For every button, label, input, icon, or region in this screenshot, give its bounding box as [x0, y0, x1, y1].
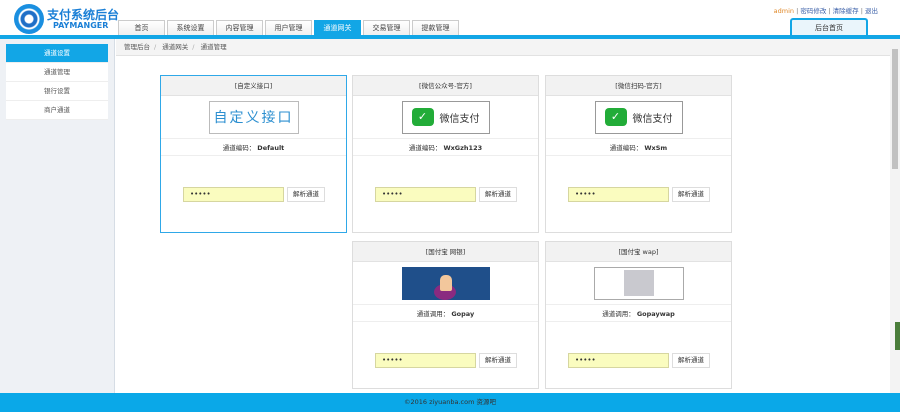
tab-home[interactable]: 首页 — [118, 20, 165, 36]
brand-subtitle: PAYMANGER — [53, 21, 109, 30]
main-tabs: 首页 系统设置 内容管理 用户管理 通道网关 交易管理 提款管理 — [118, 20, 461, 36]
sidebar-item-merchant-channels[interactable]: 商户通道 — [6, 101, 108, 120]
wechat-pay-logo: ✓ 微信支付 — [401, 100, 490, 134]
channel-password-input[interactable]: ••••• — [183, 187, 284, 202]
card-title: [微信公众号-官方] — [353, 76, 538, 96]
card-title: [国付宝 wap] — [546, 242, 731, 262]
channel-card[interactable]: [微信公众号-官方] ✓ 微信支付 通道编码： WxGzh123 ••••• 解析通… — [352, 75, 539, 233]
card-code: 通道编码： WxGzh123 — [353, 138, 538, 156]
channel-password-input[interactable]: ••••• — [568, 187, 669, 202]
parse-channel-button[interactable]: 解析通道 — [479, 187, 517, 202]
card-code: 通道编码： WxSm — [546, 138, 731, 156]
tab-transactions[interactable]: 交易管理 — [363, 20, 410, 36]
logout-link[interactable]: 退出 — [865, 7, 878, 15]
channel-password-input[interactable]: ••••• — [375, 353, 476, 368]
channel-password-input[interactable]: ••••• — [375, 187, 476, 202]
sidebar-item-channel-management[interactable]: 通道管理 — [6, 63, 108, 82]
custom-interface-logo: 自定义接口 — [208, 100, 299, 134]
parse-channel-button[interactable]: 解析通道 — [287, 187, 325, 202]
card-code: 通道调用： Gopaywap — [546, 304, 731, 322]
parse-channel-button[interactable]: 解析通道 — [672, 187, 710, 202]
breadcrumb-item[interactable]: 管理后台 — [124, 43, 150, 51]
breadcrumb-item: 通道管理 — [200, 43, 227, 51]
gopay-banner-image — [401, 266, 490, 300]
card-code: 通道编码： Default — [161, 138, 346, 156]
wechat-icon: ✓ — [411, 108, 434, 126]
card-code: 通道调用： Gopay — [353, 304, 538, 322]
channel-password-input[interactable]: ••••• — [568, 353, 669, 368]
sidebar-item-bank-settings[interactable]: 银行设置 — [6, 82, 108, 101]
parse-channel-button[interactable]: 解析通道 — [479, 353, 517, 368]
tab-system-settings[interactable]: 系统设置 — [167, 20, 214, 36]
breadcrumb: 管理后台 / 通道网关 / 通道管理 — [116, 39, 890, 56]
card-title: [国付宝 网银] — [353, 242, 538, 262]
logo-icon — [14, 4, 44, 34]
channel-card[interactable]: [自定义接口] 自定义接口 通道编码： Default ••••• 解析通道 — [160, 75, 347, 233]
tab-gateway[interactable]: 通道网关 — [314, 20, 361, 36]
side-widget[interactable] — [895, 322, 900, 350]
tab-withdrawals[interactable]: 提款管理 — [412, 20, 459, 36]
username: admin — [773, 7, 795, 15]
channel-card[interactable]: [国付宝 wap] 通道调用： Gopaywap ••••• 解析通道 — [545, 241, 732, 389]
channel-card[interactable]: [微信扫码-官方] ✓ 微信支付 通道编码： WxSm ••••• 解析通道 — [545, 75, 732, 233]
wechat-icon: ✓ — [604, 108, 627, 126]
wechat-pay-logo: ✓ 微信支付 — [594, 100, 683, 134]
change-password-link[interactable]: 密码修改 — [800, 7, 826, 15]
footer: ©2016 ziyuanba.com 资源吧 — [0, 393, 900, 412]
tab-content[interactable]: 内容管理 — [216, 20, 263, 36]
header: 支付系统后台 PAYMANGER 首页 系统设置 内容管理 用户管理 通道网关 … — [0, 0, 900, 37]
clear-cache-link[interactable]: 清除缓存 — [833, 7, 859, 15]
scrollbar[interactable] — [890, 39, 900, 393]
sidebar: 通道设置 通道管理 银行设置 商户通道 — [6, 44, 108, 120]
parse-channel-button[interactable]: 解析通道 — [672, 353, 710, 368]
breadcrumb-item[interactable]: 通道网关 — [162, 43, 188, 51]
card-title: [微信扫码-官方] — [546, 76, 731, 96]
top-links: admin | 密码修改 | 清除缓存 | 退出 — [773, 7, 878, 15]
channel-card[interactable]: [国付宝 网银] 通道调用： Gopay ••••• 解析通道 — [352, 241, 539, 389]
tab-users[interactable]: 用户管理 — [265, 20, 312, 36]
image-placeholder-icon — [593, 266, 684, 300]
scrollbar-thumb[interactable] — [892, 49, 898, 169]
sidebar-item-channel-settings[interactable]: 通道设置 — [6, 44, 108, 63]
card-title: [自定义接口] — [161, 76, 346, 96]
